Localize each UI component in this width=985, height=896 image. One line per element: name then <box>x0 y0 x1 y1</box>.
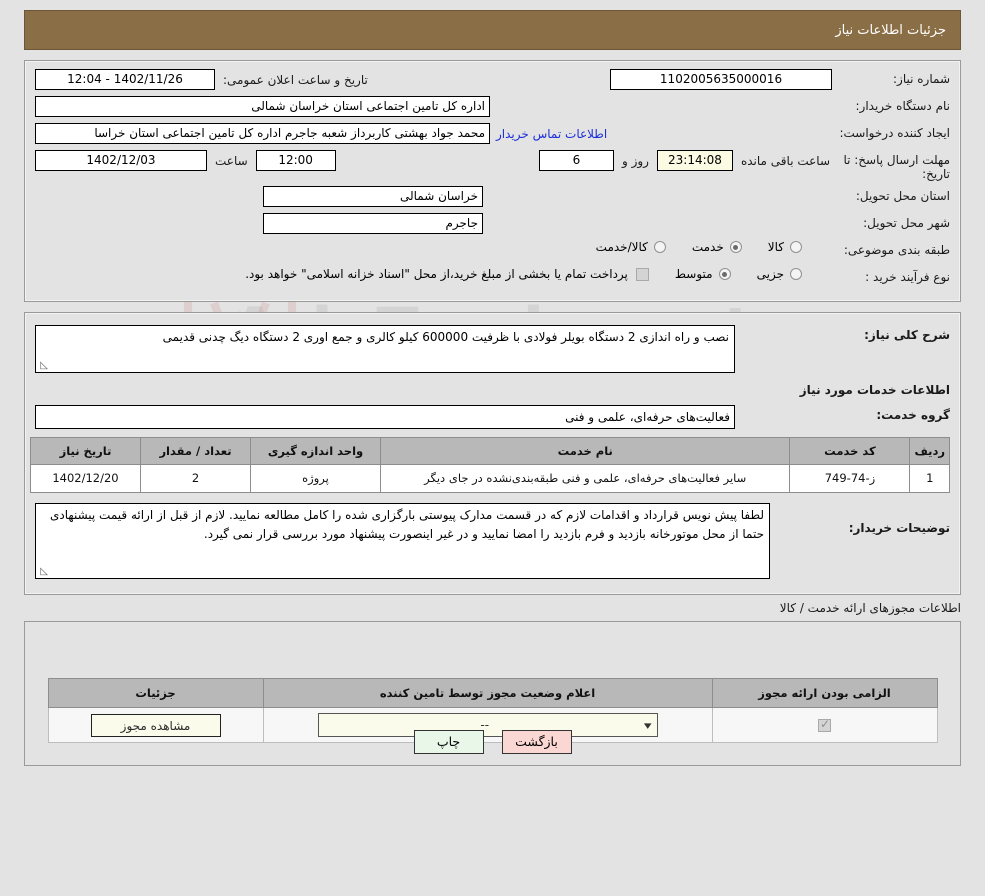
province-value: خراسان شمالی <box>263 186 483 207</box>
cell-quantity: 2 <box>140 464 251 493</box>
remaining-clock-value: 23:14:08 <box>656 150 733 171</box>
creator-label: ایجاد کننده درخواست: <box>839 126 950 140</box>
cell-unit: پروژه <box>250 464 381 493</box>
deadline-label: مهلت ارسال پاسخ: تا تاریخ: <box>843 153 950 181</box>
category-option-kala-label: کالا <box>767 240 784 254</box>
service-group-label: گروه خدمت: <box>876 408 950 422</box>
cell-need-date: 1402/12/20 <box>30 464 141 493</box>
cell-name: سایر فعالیت‌های حرفه‌ای، علمی و فنی طبقه… <box>379 464 791 493</box>
buyer-notes-value: لطفا پیش نویس قرارداد و اقدامات لازم که … <box>50 508 764 541</box>
col-permit-required: الزامی بودن ارائه مجوز <box>711 678 938 708</box>
cell-row: 1 <box>909 464 950 493</box>
creator-value: محمد جواد بهشتی کاربرداز شعبه جاجرم ادار… <box>35 123 490 144</box>
radio-icon-jozei[interactable] <box>790 268 802 280</box>
footer-actions: بازگشت چاپ <box>0 730 985 754</box>
deadline-date-value: 1402/12/03 <box>35 150 207 171</box>
category-label: طبقه بندی موضوعی: <box>843 243 950 257</box>
resize-grip-icon[interactable]: ◺ <box>38 361 48 371</box>
category-option-kala-khedmat[interactable]: کالا/خدمت <box>596 240 666 254</box>
table-row: 1 ز-74-749 سایر فعالیت‌های حرفه‌ای، علمی… <box>30 464 950 493</box>
print-button[interactable]: چاپ <box>413 730 484 754</box>
services-table: ردیف کد خدمت نام خدمت واحد اندازه گیری ت… <box>30 437 950 493</box>
description-value-box[interactable]: نصب و راه اندازی 2 دستگاه بویلر فولادی ب… <box>35 325 735 373</box>
city-label: شهر محل تحویل: <box>863 216 950 230</box>
col-permit-status: اعلام وضعیت مجوز توسط تامین کننده <box>262 678 713 708</box>
page-header: جزئیات اطلاعات نیاز <box>24 10 961 50</box>
need-number-value: 1102005635000016 <box>610 69 832 90</box>
checkbox-icon-treasury-note[interactable] <box>635 267 649 281</box>
province-label: استان محل تحویل: <box>855 189 950 203</box>
radio-icon-motevaset[interactable] <box>718 268 731 280</box>
row-buyer-notes: توضیحات خریدار: لطفا پیش نویس قرارداد و … <box>35 503 950 579</box>
page-title: جزئیات اطلاعات نیاز <box>835 22 946 38</box>
announce-value: 1402/11/26 - 12:04 <box>35 69 215 90</box>
process-option-motevaset-label: متوسط <box>674 267 713 281</box>
permits-section-heading: اطلاعات مجوزهای ارائه خدمت / کالا <box>779 601 961 615</box>
col-need-date: تاریخ نیاز <box>30 437 141 465</box>
days-label: روز و <box>621 153 649 168</box>
resize-grip-icon-notes[interactable]: ◺ <box>38 567 48 577</box>
row-purchase-process: نوع فرآیند خرید : جزیی متوسط پرداخت تمام… <box>35 267 950 289</box>
cell-code: ز-74-749 <box>789 464 911 493</box>
announce-label: تاریخ و ساعت اعلان عمومی: <box>223 72 368 87</box>
col-unit: واحد اندازه گیری <box>250 437 381 465</box>
process-radio-group[interactable]: جزیی متوسط پرداخت تمام یا بخشی از مبلغ خ… <box>245 267 832 281</box>
need-info-panel: شماره نیاز: 1102005635000016 تاریخ و ساع… <box>24 60 961 302</box>
hour-label: ساعت <box>215 153 248 168</box>
process-option-treasury-note-label: پرداخت تمام یا بخشی از مبلغ خرید،از محل … <box>245 267 628 281</box>
row-delivery-province: استان محل تحویل: خراسان شمالی <box>35 186 950 208</box>
requirement-details-panel: شرح کلی نیاز: نصب و راه اندازی 2 دستگاه … <box>24 312 961 595</box>
description-value: نصب و راه اندازی 2 دستگاه بویلر فولادی ب… <box>162 330 729 344</box>
permits-table-header-row: الزامی بودن ارائه مجوز اعلام وضعیت مجوز … <box>47 678 938 708</box>
col-row: ردیف <box>909 437 950 465</box>
process-option-motevaset[interactable]: متوسط <box>675 267 731 281</box>
row-general-description: شرح کلی نیاز: نصب و راه اندازی 2 دستگاه … <box>35 325 950 373</box>
need-number-label: شماره نیاز: <box>893 72 950 86</box>
buyer-contact-link[interactable]: اطلاعات تماس خریدار <box>496 127 607 141</box>
process-option-jozei-label: جزیی <box>756 267 784 281</box>
buyer-notes-label: توضیحات خریدار: <box>848 521 950 535</box>
services-section-heading: اطلاعات خدمات مورد نیاز <box>799 383 950 397</box>
buyer-org-value: اداره کل تامین اجتماعی استان خراسان شمال… <box>35 96 490 117</box>
remaining-days-value: 6 <box>538 150 614 171</box>
process-label: نوع فرآیند خرید : <box>865 270 950 284</box>
remaining-label: ساعت باقی مانده <box>740 153 830 168</box>
description-label: شرح کلی نیاز: <box>864 328 950 342</box>
row-request-creator: ایجاد کننده درخواست: اطلاعات تماس خریدار… <box>35 123 950 145</box>
category-option-khedmat-label: خدمت <box>691 240 724 254</box>
col-code: کد خدمت <box>789 437 911 465</box>
row-delivery-city: شهر محل تحویل: جاجرم <box>35 213 950 235</box>
radio-icon-khedmat[interactable] <box>729 241 742 253</box>
radio-icon-kala[interactable] <box>790 241 802 253</box>
back-button[interactable]: بازگشت <box>501 730 572 754</box>
category-option-kala-khedmat-label: کالا/خدمت <box>595 240 648 254</box>
process-option-jozei[interactable]: جزیی <box>757 267 802 281</box>
deadline-time-value: 12:00 <box>255 150 336 171</box>
row-response-deadline: مهلت ارسال پاسخ: تا تاریخ: ساعت باقی مان… <box>35 150 950 181</box>
category-option-kala[interactable]: کالا <box>768 240 802 254</box>
category-option-khedmat[interactable]: خدمت <box>692 240 742 254</box>
category-radio-group[interactable]: کالا خدمت کالا/خدمت <box>596 240 832 254</box>
buyer-org-label: نام دستگاه خریدار: <box>855 99 951 113</box>
col-quantity: تعداد / مقدار <box>140 437 251 465</box>
service-group-value: فعالیت‌های حرفه‌ای، علمی و فنی <box>35 405 735 429</box>
process-option-treasury-note[interactable]: پرداخت تمام یا بخشی از مبلغ خرید،از محل … <box>245 267 649 281</box>
services-table-header-row: ردیف کد خدمت نام خدمت واحد اندازه گیری ت… <box>30 437 950 465</box>
col-permit-details: جزئیات <box>47 678 264 708</box>
buyer-notes-box[interactable]: لطفا پیش نویس قرارداد و اقدامات لازم که … <box>35 503 770 579</box>
radio-icon-kala-khedmat[interactable] <box>653 241 666 253</box>
row-buyer-org: نام دستگاه خریدار: اداره کل تامین اجتماع… <box>35 96 950 118</box>
col-name: نام خدمت <box>379 437 791 465</box>
row-service-group: گروه خدمت: فعالیت‌های حرفه‌ای، علمی و فن… <box>35 405 950 429</box>
row-need-number: شماره نیاز: 1102005635000016 تاریخ و ساع… <box>35 69 950 91</box>
city-value: جاجرم <box>263 213 483 234</box>
row-subject-category: طبقه بندی موضوعی: کالا خدمت کالا/خدمت <box>35 240 950 262</box>
